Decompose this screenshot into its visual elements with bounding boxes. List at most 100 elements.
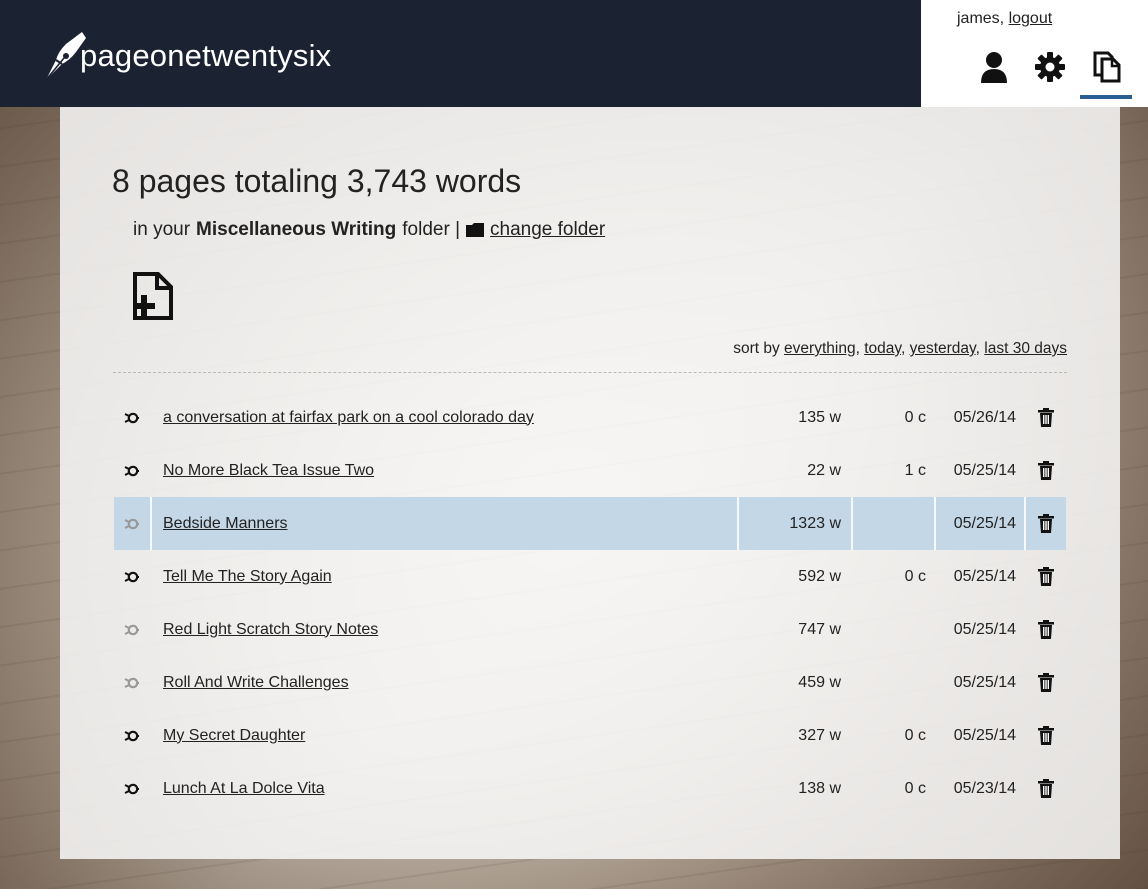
logo[interactable]: pageonetwentysix <box>42 28 331 84</box>
sort-prefix: sort by <box>733 340 780 357</box>
page-title-cell: Lunch At La Dolce Vita <box>163 780 325 798</box>
share-status-button[interactable] <box>114 675 150 691</box>
page-date: 05/25/14 <box>953 620 1016 638</box>
sort-today[interactable]: today <box>864 340 901 357</box>
page-row[interactable]: Roll And Write Challenges 459 w 05/25/14 <box>114 656 1066 709</box>
comment-count: 0 c <box>904 779 926 797</box>
page-title: 8 pages totaling 3,743 words <box>112 163 522 199</box>
pages-list: a conversation at fairfax park on a cool… <box>114 391 1066 815</box>
pages-button[interactable] <box>1091 50 1123 84</box>
page-date: 05/25/14 <box>953 567 1016 585</box>
page-title-link[interactable]: Bedside Manners <box>163 515 288 532</box>
trash-icon <box>1038 620 1054 639</box>
word-count: 327 w <box>798 726 841 744</box>
delete-button[interactable] <box>1036 726 1056 745</box>
comment-count: 0 c <box>904 567 926 585</box>
word-count: 1323 w <box>789 514 841 532</box>
page-row[interactable]: Lunch At La Dolce Vita 138 w 0 c 05/23/14 <box>114 762 1066 815</box>
word-count: 138 w <box>798 779 841 797</box>
page-title-link[interactable]: Tell Me The Story Again <box>163 568 332 585</box>
folder-info: in your Miscellaneous Writing folder | c… <box>133 219 605 241</box>
share-status-icon <box>124 571 139 582</box>
share-status-icon <box>124 783 139 794</box>
delete-button[interactable] <box>1036 514 1056 533</box>
row-separator <box>1024 497 1026 550</box>
share-status-icon <box>124 624 139 635</box>
trash-icon <box>1038 779 1054 798</box>
share-status-icon <box>124 465 139 476</box>
share-status-button[interactable] <box>114 728 150 744</box>
comment-count: 1 c <box>904 461 926 479</box>
page-date: 05/23/14 <box>953 779 1016 797</box>
page-date: 05/26/14 <box>953 408 1016 426</box>
share-status-button[interactable] <box>114 463 150 479</box>
change-folder-link[interactable]: change folder <box>490 219 605 241</box>
word-count: 459 w <box>798 673 841 691</box>
page-row[interactable]: My Secret Daughter 327 w 0 c 05/25/14 <box>114 709 1066 762</box>
sort-options: sort by everything, today, yesterday, la… <box>733 340 1067 357</box>
page-row[interactable]: a conversation at fairfax park on a cool… <box>114 391 1066 444</box>
page-row[interactable]: Tell Me The Story Again 592 w 0 c 05/25/14 <box>114 550 1066 603</box>
folder-name: Miscellaneous Writing <box>196 219 397 240</box>
trash-icon <box>1038 461 1054 480</box>
user-line: james, logout <box>957 10 1052 28</box>
share-status-button[interactable] <box>114 781 150 797</box>
profile-button[interactable] <box>978 50 1010 84</box>
comment-count: 0 c <box>904 408 926 426</box>
folder-suffix: folder | <box>402 219 461 240</box>
share-status-icon <box>124 730 139 741</box>
sort-everything[interactable]: everything <box>784 340 856 357</box>
share-status-icon <box>124 412 139 423</box>
row-separator <box>934 497 936 550</box>
new-page-button[interactable] <box>132 271 174 321</box>
delete-button[interactable] <box>1036 673 1056 692</box>
trash-icon <box>1038 408 1054 427</box>
page-date: 05/25/14 <box>953 673 1016 691</box>
page-title-link[interactable]: a conversation at fairfax park on a cool… <box>163 409 534 426</box>
share-status-button[interactable] <box>114 410 150 426</box>
new-page-icon <box>133 272 173 320</box>
page-title-link[interactable]: My Secret Daughter <box>163 727 305 744</box>
page-title-cell: No More Black Tea Issue Two <box>163 462 374 480</box>
page-date: 05/25/14 <box>953 461 1016 479</box>
username: james, <box>957 10 1005 27</box>
logo-text: pageonetwentysix <box>80 38 332 73</box>
row-separator <box>150 497 152 550</box>
delete-button[interactable] <box>1036 461 1056 480</box>
user-panel: james, logout <box>921 0 1148 107</box>
share-status-button[interactable] <box>114 516 150 532</box>
page-title-cell: Roll And Write Challenges <box>163 674 349 692</box>
page-title-link[interactable]: No More Black Tea Issue Two <box>163 462 374 479</box>
logout-link[interactable]: logout <box>1009 10 1053 27</box>
page-title-cell: My Secret Daughter <box>163 727 305 745</box>
comment-count: 0 c <box>904 726 926 744</box>
trash-icon <box>1038 514 1054 533</box>
delete-button[interactable] <box>1036 779 1056 798</box>
page-title-cell: Red Light Scratch Story Notes <box>163 621 378 639</box>
settings-button[interactable] <box>1034 50 1066 84</box>
page-title-link[interactable]: Red Light Scratch Story Notes <box>163 621 378 638</box>
word-count: 592 w <box>798 567 841 585</box>
page-title-cell: Bedside Manners <box>163 515 288 533</box>
page-date: 05/25/14 <box>953 514 1016 532</box>
row-separator <box>851 497 853 550</box>
page-row[interactable]: No More Black Tea Issue Two 22 w 1 c 05/25/… <box>114 444 1066 497</box>
trash-icon <box>1038 726 1054 745</box>
delete-button[interactable] <box>1036 620 1056 639</box>
page-title-cell: a conversation at fairfax park on a cool… <box>163 409 534 427</box>
page-title-link[interactable]: Roll And Write Challenges <box>163 674 349 691</box>
sort-last-30-days[interactable]: last 30 days <box>984 340 1067 357</box>
top-bar: pageonetwentysix <box>0 0 921 107</box>
delete-button[interactable] <box>1036 408 1056 427</box>
page-date: 05/25/14 <box>953 726 1016 744</box>
page-row[interactable]: Bedside Manners 1323 w 05/25/14 <box>114 497 1066 550</box>
trash-icon <box>1038 567 1054 586</box>
page-title-link[interactable]: Lunch At La Dolce Vita <box>163 780 325 797</box>
sort-yesterday[interactable]: yesterday <box>910 340 976 357</box>
page-row[interactable]: Red Light Scratch Story Notes 747 w 05/25/… <box>114 603 1066 656</box>
share-status-button[interactable] <box>114 569 150 585</box>
share-status-button[interactable] <box>114 622 150 638</box>
pages-icon <box>1093 51 1121 83</box>
delete-button[interactable] <box>1036 567 1056 586</box>
share-status-icon <box>124 677 139 688</box>
